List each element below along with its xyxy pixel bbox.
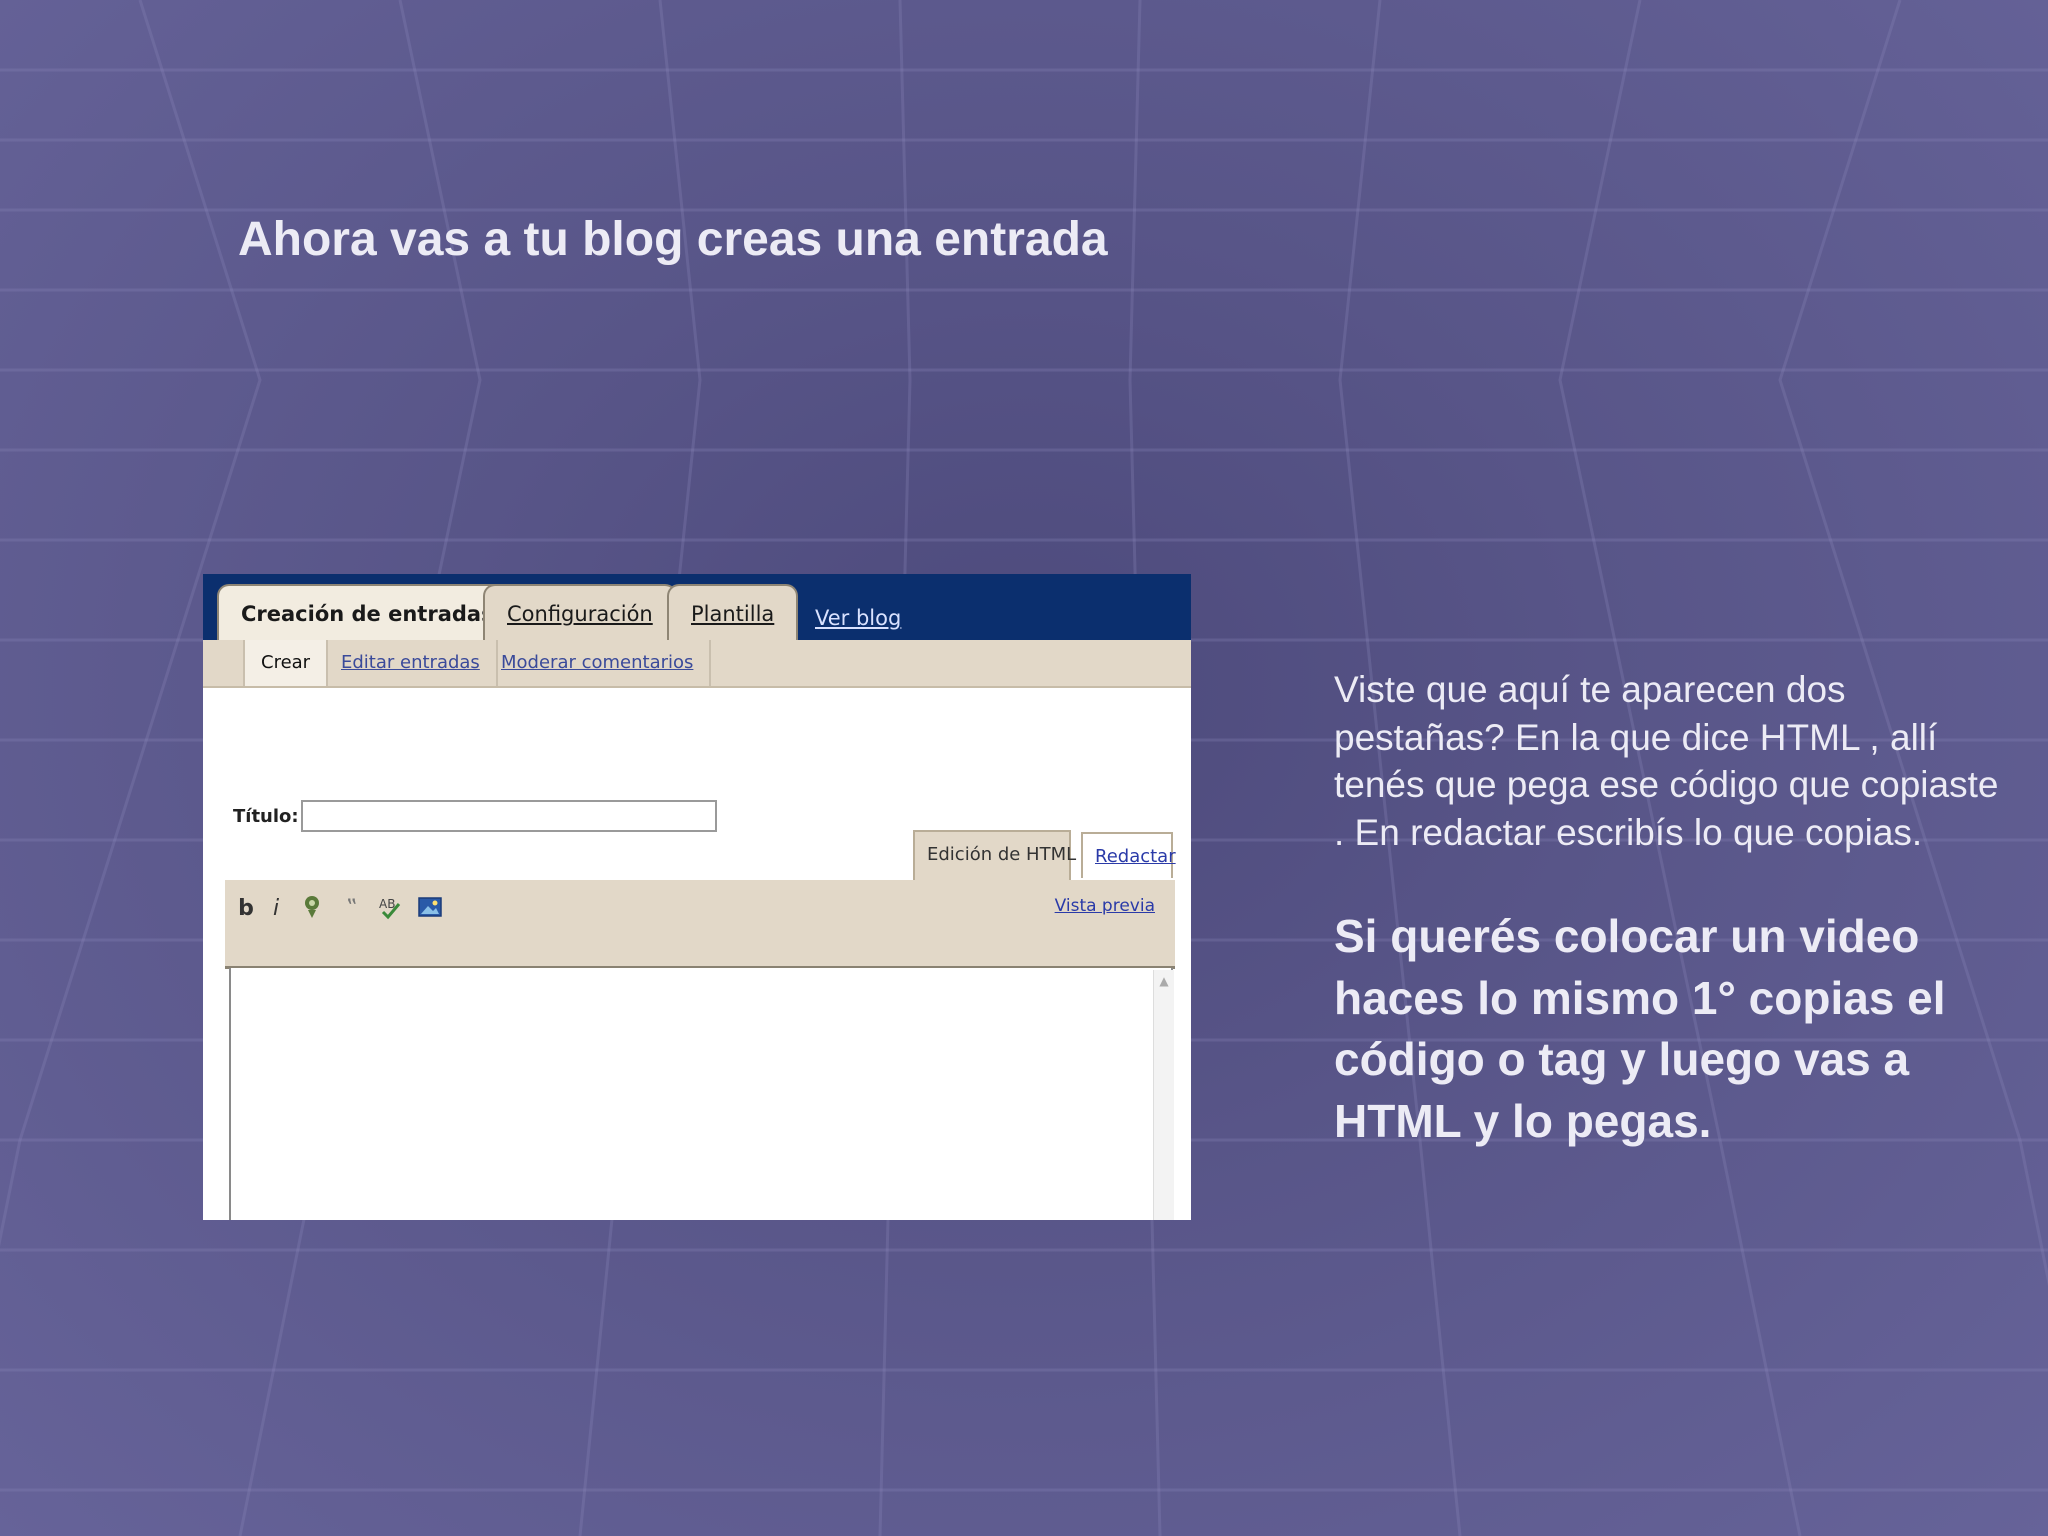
sub-navigation: Crear Editar entradas Moderar comentario…	[203, 640, 1191, 688]
slide-title: Ahora vas a tu blog creas una entrada	[238, 213, 1108, 266]
view-blog-link[interactable]: Ver blog	[815, 606, 901, 630]
spellcheck-icon[interactable]: AB	[375, 894, 405, 924]
image-icon[interactable]	[415, 894, 445, 924]
tab-plantilla-label: Plantilla	[691, 602, 775, 626]
tab-configuracion-label: Configuración	[507, 602, 653, 626]
subtab-editar-entradas[interactable]: Editar entradas	[325, 640, 498, 686]
blogger-editor-screenshot: Creación de entradas Configuración Plant…	[203, 574, 1191, 1220]
link-icon[interactable]	[297, 894, 327, 924]
title-input[interactable]	[301, 800, 717, 832]
editor-toolbar: b i ‟ AB Vista previa	[225, 880, 1175, 969]
bold-button[interactable]: b	[231, 894, 261, 924]
tab-creacion-de-entradas[interactable]: Creación de entradas	[217, 584, 518, 644]
subtab-moderar-comentarios[interactable]: Moderar comentarios	[485, 640, 712, 686]
subtab-crear[interactable]: Crear	[243, 640, 329, 686]
tab-redactar[interactable]: Redactar	[1081, 832, 1176, 878]
quote-button[interactable]: ‟	[337, 894, 367, 924]
post-body-editor[interactable]	[229, 968, 1173, 1220]
editor-scrollbar[interactable]: ▲	[1153, 970, 1174, 1220]
title-label: Título:	[233, 806, 299, 827]
description-text: Viste que aquí te aparecen dos pestañas?…	[1334, 669, 1999, 853]
tab-edicion-html[interactable]: Edición de HTML	[913, 830, 1076, 884]
instruction-text: Si querés colocar un video haces lo mism…	[1334, 910, 1946, 1147]
scroll-up-icon[interactable]: ▲	[1154, 974, 1174, 988]
tab-configuracion[interactable]: Configuración	[483, 584, 677, 640]
tab-plantilla[interactable]: Plantilla	[667, 584, 799, 640]
preview-link[interactable]: Vista previa	[1055, 896, 1155, 916]
italic-button[interactable]: i	[261, 894, 291, 924]
